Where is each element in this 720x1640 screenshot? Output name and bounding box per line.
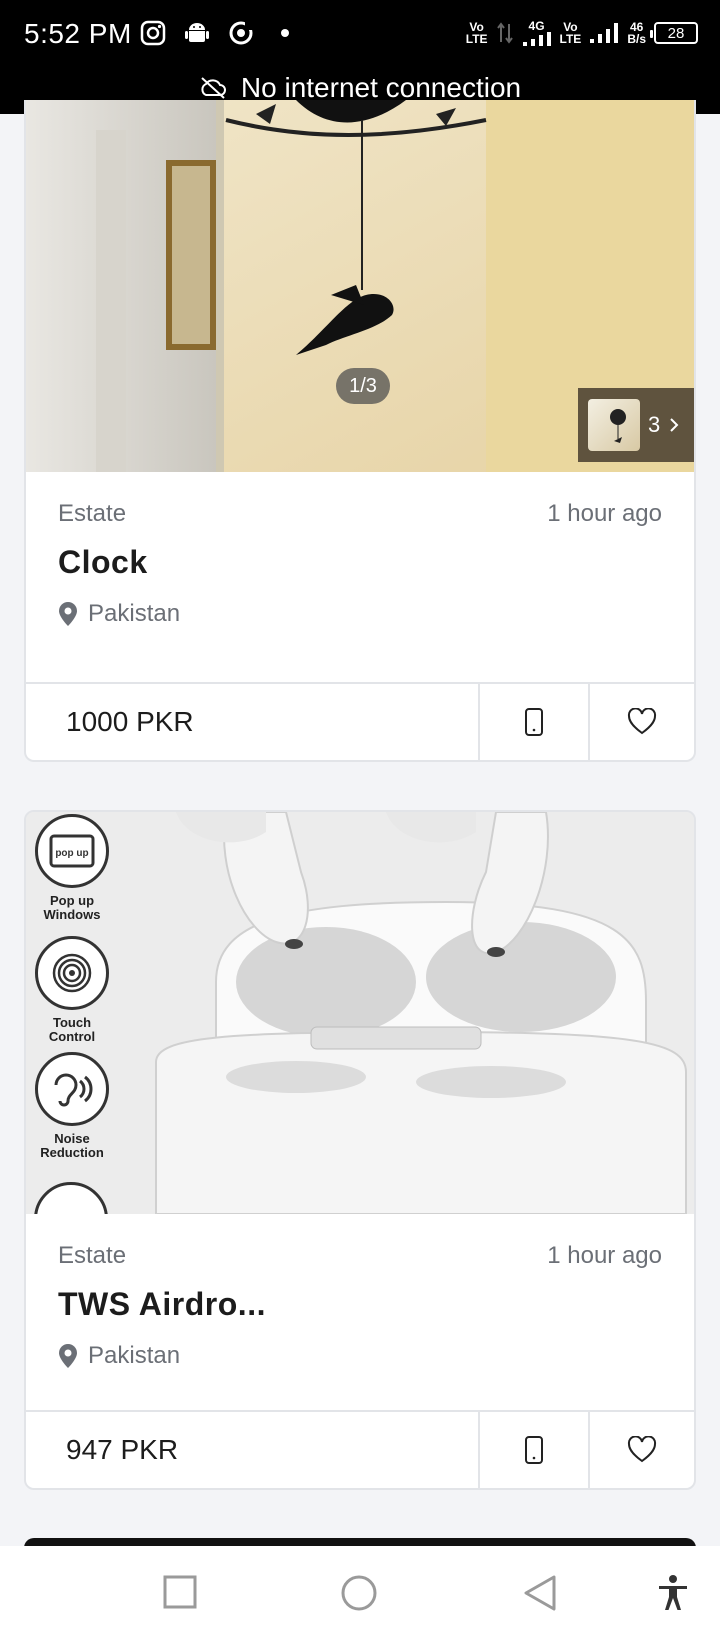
circle-icon [341, 1575, 377, 1611]
chevron-right-icon [670, 418, 679, 432]
feature-label: Touch Control [48, 1015, 96, 1044]
feature-label: Pop up Windows [43, 893, 101, 922]
listing-location: Pakistan [58, 1342, 180, 1370]
accessibility-button[interactable] [656, 1574, 690, 1617]
volte-indicator-1: Vo LTE [465, 20, 488, 46]
listing-image[interactable]: 1/3 3 [26, 100, 694, 472]
call-button[interactable] [478, 684, 588, 760]
image-counter: 1/3 [336, 368, 390, 404]
price-row: 1000 PKR [26, 682, 694, 760]
listing-image[interactable]: pop up Pop up Windows Touch Control Nois… [26, 812, 694, 1214]
home-button[interactable] [340, 1574, 378, 1617]
clock: 5:52 PM [24, 18, 132, 49]
gallery-thumbnail [588, 399, 640, 451]
android-icon [185, 23, 209, 42]
popup-badge-text: pop up [55, 848, 88, 859]
listing-card[interactable]: 1/3 3 Estate 1 hour ago Clock Pakistan 1… [24, 100, 696, 762]
square-icon [163, 1575, 197, 1609]
system-indicators: Vo LTE 4G Vo LTE 46 B/s 28 [466, 20, 698, 46]
listing-title[interactable]: Clock [58, 544, 148, 581]
signal-4g: 4G [522, 20, 552, 46]
location-text: Pakistan [88, 1342, 181, 1369]
instagram-icon [140, 20, 166, 46]
favorite-button[interactable] [588, 684, 694, 760]
status-bar: 5:52 PM Vo LTE 4G Vo LTE 46 B/s 28 No inter… [0, 0, 720, 114]
phone-icon [525, 708, 543, 736]
listing-time: 1 hour ago [547, 1242, 662, 1269]
system-nav-bar [0, 1546, 720, 1640]
ear-icon [35, 1052, 109, 1126]
listing-price: 1000 PKR [66, 706, 194, 737]
cloud-off-icon [201, 77, 226, 99]
heart-icon [627, 1436, 657, 1463]
back-button[interactable] [522, 1574, 558, 1617]
recents-button[interactable] [162, 1574, 198, 1615]
signal-bars-icon [522, 32, 551, 46]
feature-noise: Noise Reduction [30, 1052, 114, 1160]
earbuds-photo [26, 812, 694, 1214]
feature-touch: Touch Control [30, 936, 114, 1044]
location-pin-icon [59, 1344, 77, 1368]
listing-title[interactable]: TWS Airdro... [58, 1286, 266, 1323]
heart-icon [627, 708, 657, 735]
phone-icon [525, 1436, 543, 1464]
notification-icons [140, 20, 298, 46]
network-speed: 46 B/s [627, 20, 646, 46]
data-arrows-icon [496, 22, 513, 44]
accessibility-icon [659, 1575, 687, 1610]
listing-category: Estate [58, 500, 127, 527]
gallery-button[interactable]: 3 [578, 388, 694, 462]
listing-card[interactable]: pop up Pop up Windows Touch Control Nois… [24, 810, 696, 1490]
sync-icon [229, 21, 253, 45]
triangle-back-icon [524, 1575, 556, 1611]
battery-indicator: 28 [650, 22, 698, 44]
volte-indicator-2: Vo LTE [559, 20, 582, 46]
listing-time: 1 hour ago [547, 500, 662, 527]
feature-popup: pop up Pop up Windows [30, 814, 114, 922]
listing-price: 947 PKR [66, 1434, 179, 1465]
location-pin-icon [59, 602, 77, 626]
fingerprint-icon [35, 936, 109, 1010]
call-button[interactable] [478, 1412, 588, 1488]
favorite-button[interactable] [588, 1412, 694, 1488]
feature-label: Noise Reduction [40, 1131, 104, 1160]
listing-location: Pakistan [58, 600, 180, 628]
popup-window-icon: pop up [35, 814, 109, 888]
location-text: Pakistan [88, 600, 181, 627]
gallery-count: 3 [648, 412, 661, 437]
listing-category: Estate [58, 1242, 127, 1269]
price-row: 947 PKR [26, 1410, 694, 1488]
dot-icon [281, 29, 289, 37]
signal-bars-icon-2 [590, 23, 619, 43]
